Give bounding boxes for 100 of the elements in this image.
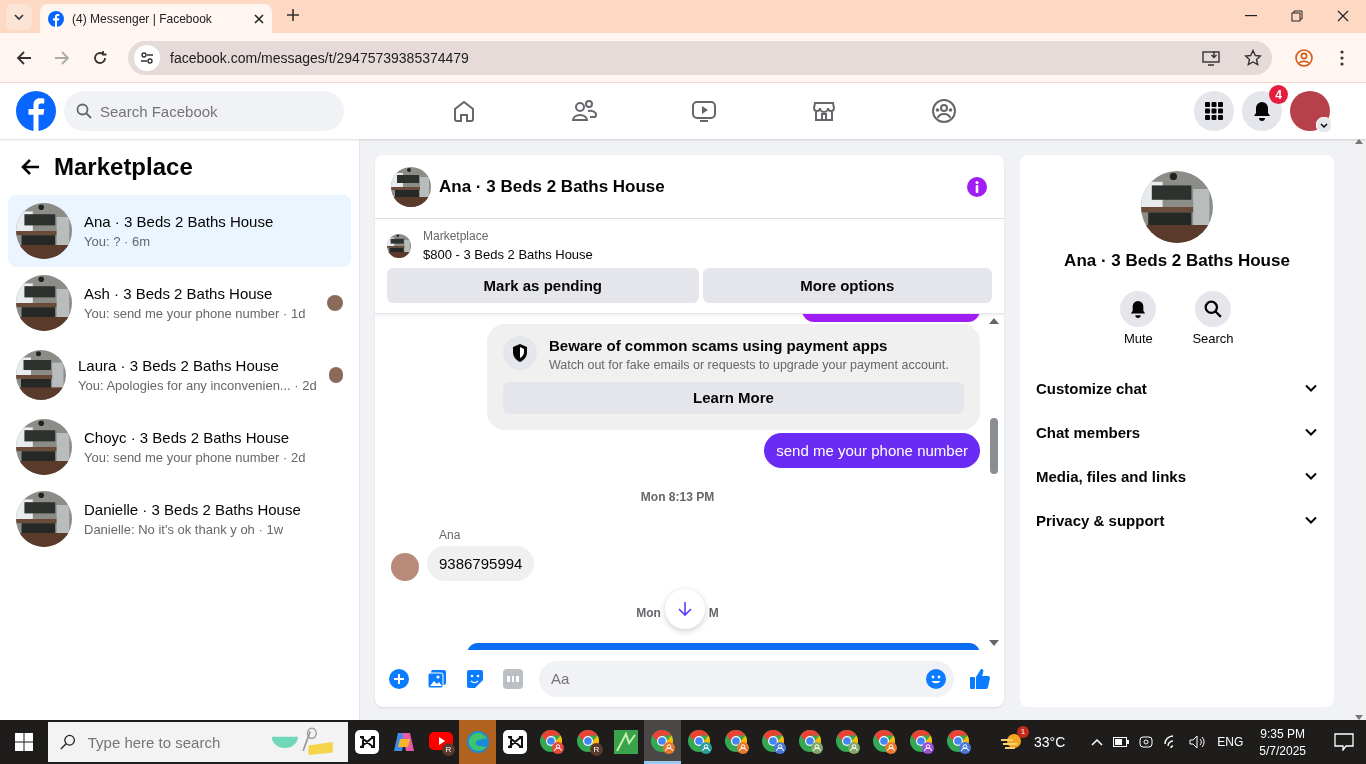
thumbs-up-icon: [969, 667, 991, 690]
taskbar-app[interactable]: R: [570, 720, 607, 764]
group-icon: [931, 98, 957, 124]
chrome-icon: [797, 729, 824, 755]
back-arrow-icon: [16, 49, 32, 66]
conversation-item[interactable]: Danielle · 3 Beds 2 Baths House Danielle: No it's ok thank y oh · 1w: [8, 483, 351, 555]
app-icon: [502, 730, 527, 754]
settings-section[interactable]: Customize chat: [1028, 366, 1326, 410]
windows-icon: [15, 733, 33, 751]
chevron-down-icon: [1316, 117, 1332, 133]
scroll-up-icon[interactable]: [989, 318, 999, 324]
contact-name: Ana · 3 Beds 2 Baths House: [1064, 251, 1290, 271]
close-icon[interactable]: [254, 13, 264, 24]
notifications-button[interactable]: [1242, 91, 1282, 131]
weather-badge: 1: [1017, 725, 1029, 738]
info-icon: [966, 175, 988, 198]
conversation-item[interactable]: Choyc · 3 Beds 2 Baths House You: send me your phone number · 2d: [8, 411, 351, 483]
more-icon: [1340, 49, 1344, 66]
clock[interactable]: 9:35 PM 5/7/2025: [1253, 726, 1312, 758]
close-icon: [1337, 10, 1349, 22]
search-field[interactable]: Search Facebook: [64, 91, 344, 131]
conversation-item[interactable]: Ash · 3 Beds 2 Baths House You: send me your phone number · 1d: [8, 267, 351, 339]
listing-action-button[interactable]: More options: [702, 268, 992, 303]
site-settings-icon[interactable]: [140, 50, 154, 65]
scrollbar-thumb[interactable]: [990, 418, 998, 474]
timestamp: M: [708, 605, 719, 620]
browser-tab[interactable]: (4) Messenger | Facebook: [40, 4, 272, 33]
scroll-down-icon[interactable]: [989, 640, 999, 646]
people-icon: [571, 99, 597, 123]
minimize-icon: [1245, 15, 1257, 17]
reload-icon: [92, 49, 108, 66]
listing-action-button[interactable]: Mark as pending: [387, 268, 699, 303]
bowl-whisk-icon: [269, 726, 336, 758]
home-icon: [452, 99, 476, 123]
search-icon: [1204, 300, 1222, 318]
profile-badge: R: [590, 743, 603, 756]
video-icon: [691, 99, 717, 123]
bell-icon: [1253, 101, 1271, 121]
settings-section[interactable]: Chat members: [1028, 410, 1326, 454]
sender-name: Ana: [439, 527, 462, 542]
restore-icon: [1291, 10, 1303, 22]
chrome-icon: [908, 729, 935, 755]
taskbar-app[interactable]: R: [422, 720, 459, 764]
notification-count: 4: [1269, 85, 1288, 104]
sticker-icon: [465, 668, 485, 689]
profile-badge: R: [442, 743, 455, 756]
back-arrow-icon[interactable]: [20, 158, 40, 176]
chrome-icon: [575, 729, 602, 755]
plus-icon: [389, 668, 409, 689]
search-icon: [60, 733, 76, 751]
chart-app-icon: [613, 730, 638, 754]
account-button[interactable]: [1290, 91, 1330, 131]
emoji-icon[interactable]: [926, 668, 946, 689]
facebook-logo[interactable]: [16, 91, 56, 131]
avatar: [391, 552, 419, 581]
install-icon[interactable]: [1202, 49, 1220, 66]
gif-icon: [503, 668, 523, 689]
edge-icon: [465, 730, 490, 754]
star-icon[interactable]: [1244, 48, 1262, 67]
timestamp: Mon 8:13 PM: [640, 489, 715, 504]
taskbar-search-box[interactable]: Type here to search: [48, 722, 348, 762]
chevron-up-icon[interactable]: [1091, 738, 1104, 746]
address-bar[interactable]: facebook.com/messages/t/29475739385374479: [128, 40, 1272, 75]
volume-icon[interactable]: [1189, 735, 1208, 749]
shield-icon: [511, 342, 529, 363]
taskbar-app[interactable]: [644, 720, 681, 764]
timestamp: Mon: [636, 605, 661, 620]
conversation-item[interactable]: Laura · 3 Beds 2 Baths House You: Apologies for any inconvenien... · 2d: [8, 339, 351, 411]
plus-icon: [286, 8, 300, 22]
message-input[interactable]: Aa: [539, 660, 954, 697]
bell-icon: [1130, 300, 1147, 318]
warning-text: Watch out for fake emails or requests to upgrade your payment account.: [549, 357, 949, 372]
chrome-icon: [538, 729, 565, 755]
chrome-icon: [686, 729, 713, 755]
chrome-icon: [871, 729, 898, 755]
search-icon: [76, 103, 92, 119]
temperature[interactable]: 33°C: [1034, 734, 1066, 750]
shop-icon: [812, 99, 836, 123]
settings-section[interactable]: Privacy & support: [1028, 498, 1326, 542]
conversation-item[interactable]: Ana · 3 Beds 2 Baths House You: ? · 6m: [8, 195, 351, 267]
battery-icon[interactable]: [1113, 737, 1130, 747]
settings-section[interactable]: Media, files and links: [1028, 454, 1326, 498]
person-icon: [1295, 48, 1313, 67]
avatar: [1290, 91, 1330, 131]
chat-title: Ana · 3 Beds 2 Baths House: [439, 176, 666, 197]
language-indicator[interactable]: ENG: [1217, 735, 1244, 749]
info-button[interactable]: [966, 175, 988, 198]
scroll-down-button[interactable]: [664, 588, 705, 629]
chrome-icon: [760, 729, 787, 755]
listing-title: $800 - 3 Beds 2 Baths House: [423, 247, 593, 262]
photo-icon: [427, 668, 447, 689]
warning-title: Beware of common scams using payment apps: [549, 336, 889, 354]
forward-arrow-icon: [54, 49, 70, 66]
learn-more-button[interactable]: Learn More: [503, 381, 964, 414]
menu-grid-button[interactable]: [1194, 91, 1234, 131]
camera-icon[interactable]: [1139, 735, 1154, 749]
message-icon: [1334, 733, 1354, 751]
tab-list-button[interactable]: [6, 3, 32, 30]
copilot-icon: [391, 730, 416, 754]
chrome-icon: [945, 729, 972, 755]
